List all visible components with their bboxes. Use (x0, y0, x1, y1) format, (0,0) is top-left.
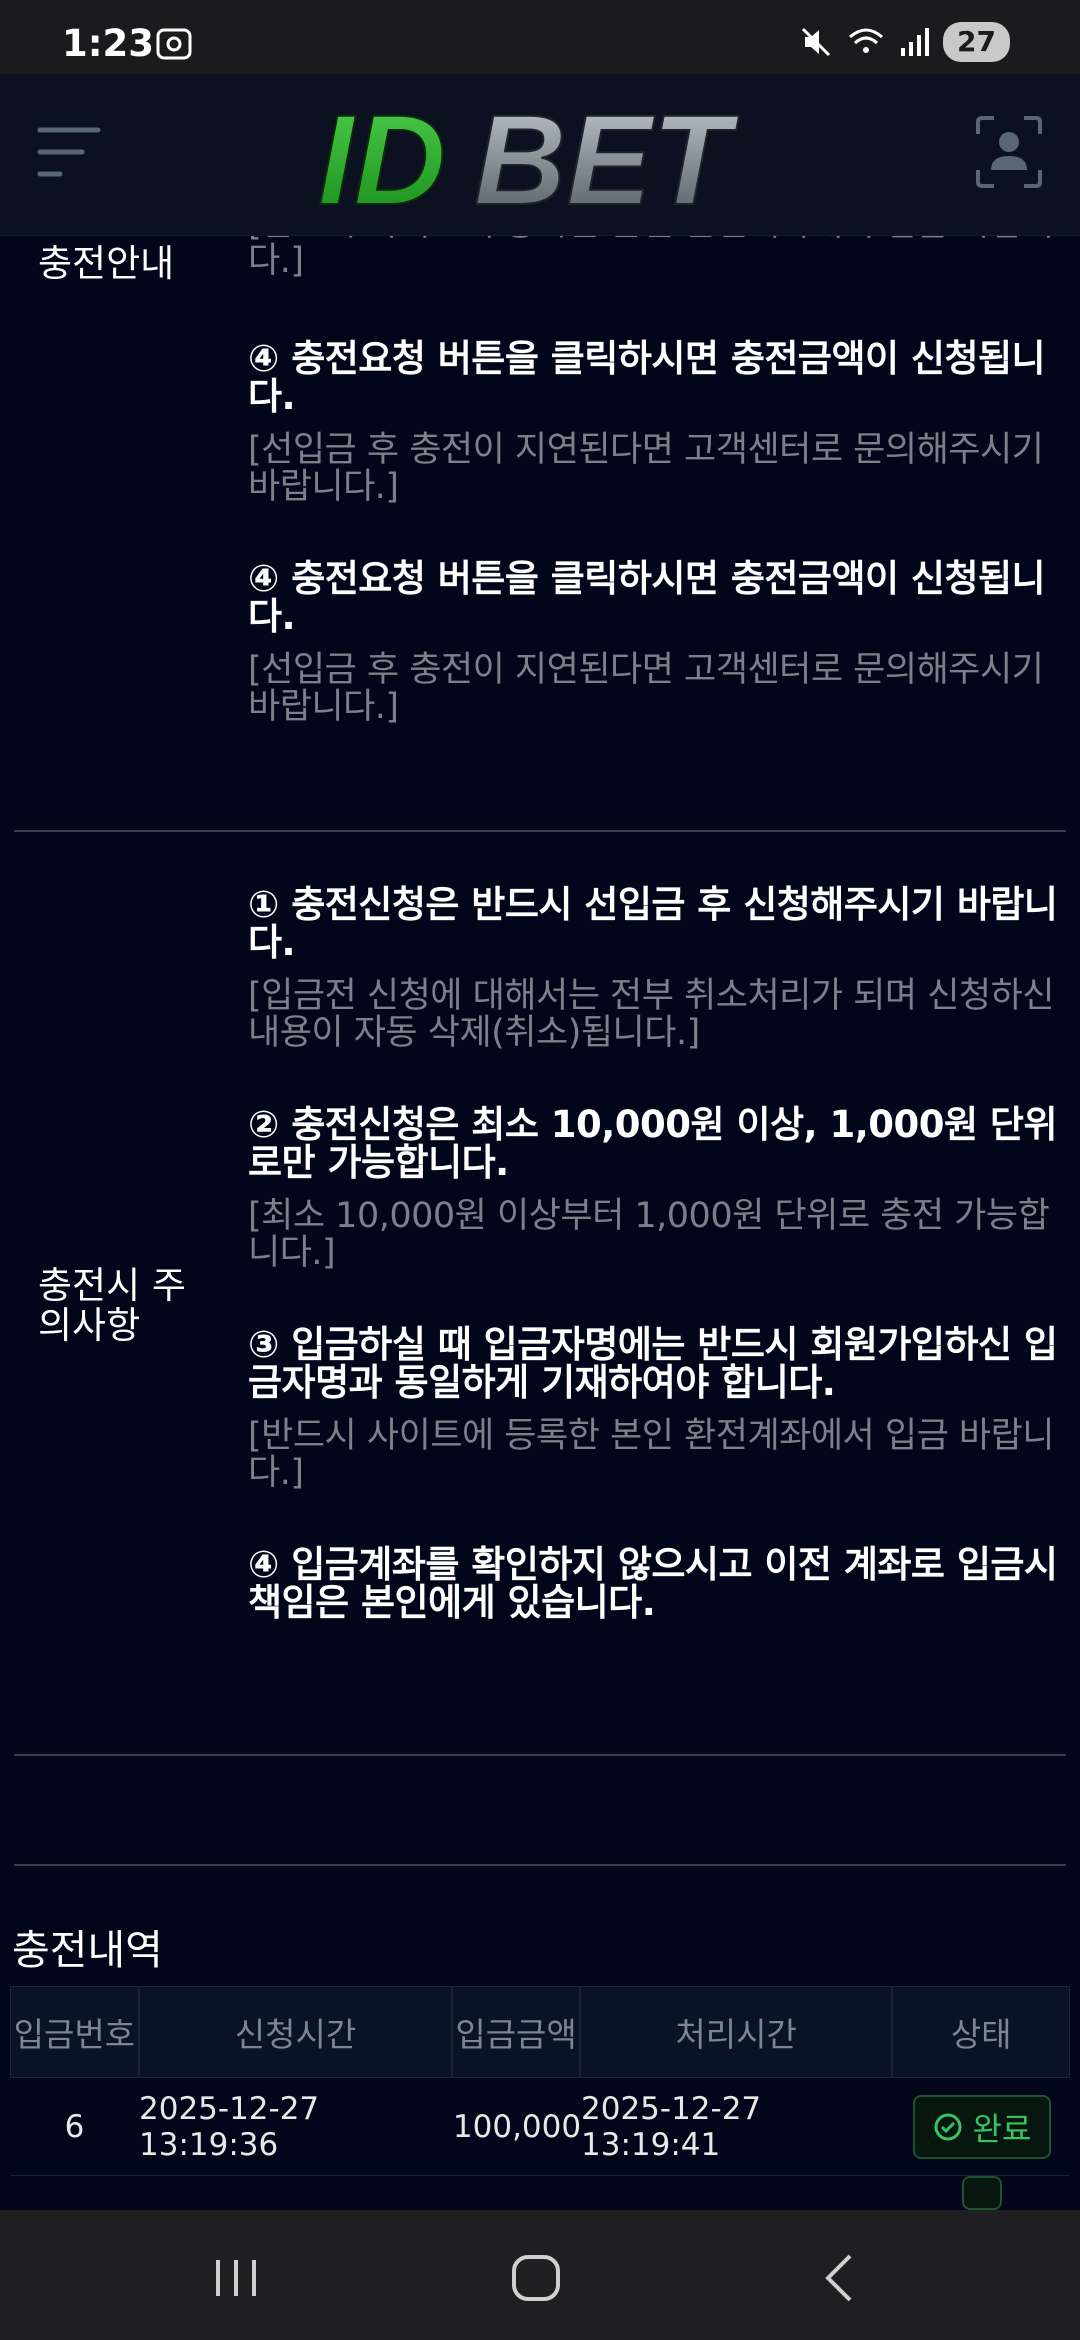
history-title: 충전내역 (12, 1926, 163, 1974)
column-header: 신청시간 (140, 1987, 454, 2077)
section-divider (14, 830, 1066, 832)
table-row[interactable]: 6 2025-12-27 13:19:36 100,000 2025-12-27… (10, 2078, 1070, 2176)
section-divider (14, 1754, 1066, 1756)
guide-label: 충전안내 (38, 242, 175, 285)
idbet-logo[interactable]: ID BET (314, 96, 770, 218)
column-header: 입금번호 (11, 1987, 140, 2077)
guide-item: ④ 충전요청 버튼을 클릭하시면 충전금액이 신청됩니다. [선입금 후 충전이… (248, 340, 1058, 506)
mute-icon (801, 27, 831, 57)
guide-body: [반드시 사이트에 등록한 본인 환전계좌에서 입금 바랍니다.] ④ 충전요청… (248, 236, 1058, 780)
guide-item-sub: [반드시 사이트에 등록한 본인 환전계좌에서 입금 바랍니다.] (248, 236, 1055, 281)
notice-item-sub: [반드시 사이트에 등록한 본인 환전계좌에서 입금 바랍니다.] (248, 1416, 1055, 1493)
status-badge: 완료 (912, 2094, 1052, 2159)
system-nav-bar (0, 2210, 1080, 2340)
notice-item-main: ② 충전신청은 최소 10,000원 이상, 1,000원 단위로만 가능합니다… (248, 1103, 1058, 1184)
home-icon[interactable] (506, 2250, 566, 2306)
svg-text:ID: ID (318, 96, 446, 218)
notice-item: ③ 입금하실 때 입금자명에는 반드시 회원가입하신 입금자명과 동일하게 기재… (248, 1326, 1058, 1492)
svg-text:BET: BET (474, 96, 740, 218)
table-header: 입금번호 신청시간 입금금액 처리시간 상태 (10, 1986, 1070, 2078)
guide-item-sub: [선입금 후 충전이 지연된다면 고객센터로 문의해주시기 바랍니다.] (248, 430, 1044, 507)
deposit-guide-section: 충전안내 [반드시 사이트에 등록한 본인 환전계좌에서 입금 바랍니다.] ④… (14, 236, 1066, 766)
back-icon[interactable] (810, 2250, 870, 2306)
check-circle-icon (934, 2113, 962, 2140)
notice-item-main: ④ 입금계좌를 확인하지 않으시고 이전 계좌로 입금시 책임은 본인에게 있습… (248, 1543, 1058, 1624)
app-header: ID BET (0, 74, 1080, 236)
hamburger-icon[interactable] (32, 122, 102, 184)
request-time: 2025-12-27 13:19:36 (139, 2090, 320, 2163)
status-time: 1:23 (62, 22, 155, 65)
notice-label: 충전시 주의사항 (38, 1264, 186, 1347)
status-icons: 27 (799, 22, 1010, 62)
notice-item: ② 충전신청은 최소 10,000원 이상, 1,000원 단위로만 가능합니다… (248, 1106, 1058, 1272)
recents-icon[interactable] (206, 2250, 266, 2306)
column-header: 상태 (950, 2015, 1012, 2054)
notice-item: ④ 입금계좌를 확인하지 않으시고 이전 계좌로 입금시 책임은 본인에게 있습… (248, 1546, 1058, 1622)
deposit-history-table: 입금번호 신청시간 입금금액 처리시간 상태 6 2025-12-27 13:1… (10, 1986, 1070, 2210)
notice-body: ① 충전신청은 반드시 선입금 후 신청해주시기 바랍니다. [입금전 신청에 … (248, 886, 1058, 1676)
column-header: 처리시간 (581, 1987, 894, 2077)
table-row[interactable] (10, 2176, 1070, 2210)
column-header: 입금금액 (453, 1987, 581, 2077)
notice-item-sub: [입금전 신청에 대해서는 전부 취소처리가 되며 신청하신 내용이 자동 삭제… (248, 976, 1055, 1053)
section-divider (14, 1864, 1066, 1866)
notice-item-main: ③ 입금하실 때 입금자명에는 반드시 회원가입하신 입금자명과 동일하게 기재… (248, 1323, 1058, 1404)
user-profile-icon[interactable] (974, 114, 1044, 190)
notice-item-main: ① 충전신청은 반드시 선입금 후 신청해주시기 바랍니다. (248, 883, 1058, 964)
guide-item-main: ④ 충전요청 버튼을 클릭하시면 충전금액이 신청됩니다. (248, 557, 1046, 638)
guide-item-sub: [선입금 후 충전이 지연된다면 고객센터로 문의해주시기 바랍니다.] (248, 650, 1044, 727)
processed-time: 2025-12-27 13:19:41 (581, 2090, 762, 2163)
guide-item: [반드시 사이트에 등록한 본인 환전계좌에서 입금 바랍니다.] (248, 236, 1058, 280)
status-cell: 완료 (894, 2094, 1070, 2159)
guide-item: ④ 충전요청 버튼을 클릭하시면 충전금액이 신청됩니다. [선입금 후 충전이… (248, 560, 1058, 726)
screenshot-icon (156, 28, 192, 60)
wifi-icon (849, 28, 884, 53)
status-badge (962, 2176, 1002, 2210)
status-bar: 1:23 27 (0, 0, 1080, 74)
deposit-notice-section: 충전시 주의사항 ① 충전신청은 반드시 선입금 후 신청해주시기 바랍니다. … (14, 886, 1066, 1736)
status-cell (894, 2176, 1070, 2210)
deposit-amount: 100,000 (452, 2108, 582, 2145)
status-label: 완료 (972, 2109, 1032, 2148)
deposit-content[interactable]: 충전안내 [반드시 사이트에 등록한 본인 환전계좌에서 입금 바랍니다.] ④… (0, 236, 1080, 2210)
guide-item-main: ④ 충전요청 버튼을 클릭하시면 충전금액이 신청됩니다. (248, 337, 1046, 418)
notice-item: ① 충전신청은 반드시 선입금 후 신청해주시기 바랍니다. [입금전 신청에 … (248, 886, 1058, 1052)
notice-item-sub: [최소 10,000원 이상부터 1,000원 단위로 충전 가능합니다.] (248, 1196, 1050, 1273)
signal-icon (901, 28, 930, 56)
deposit-number: 6 (64, 2108, 85, 2145)
battery-badge: 27 (943, 22, 1010, 62)
